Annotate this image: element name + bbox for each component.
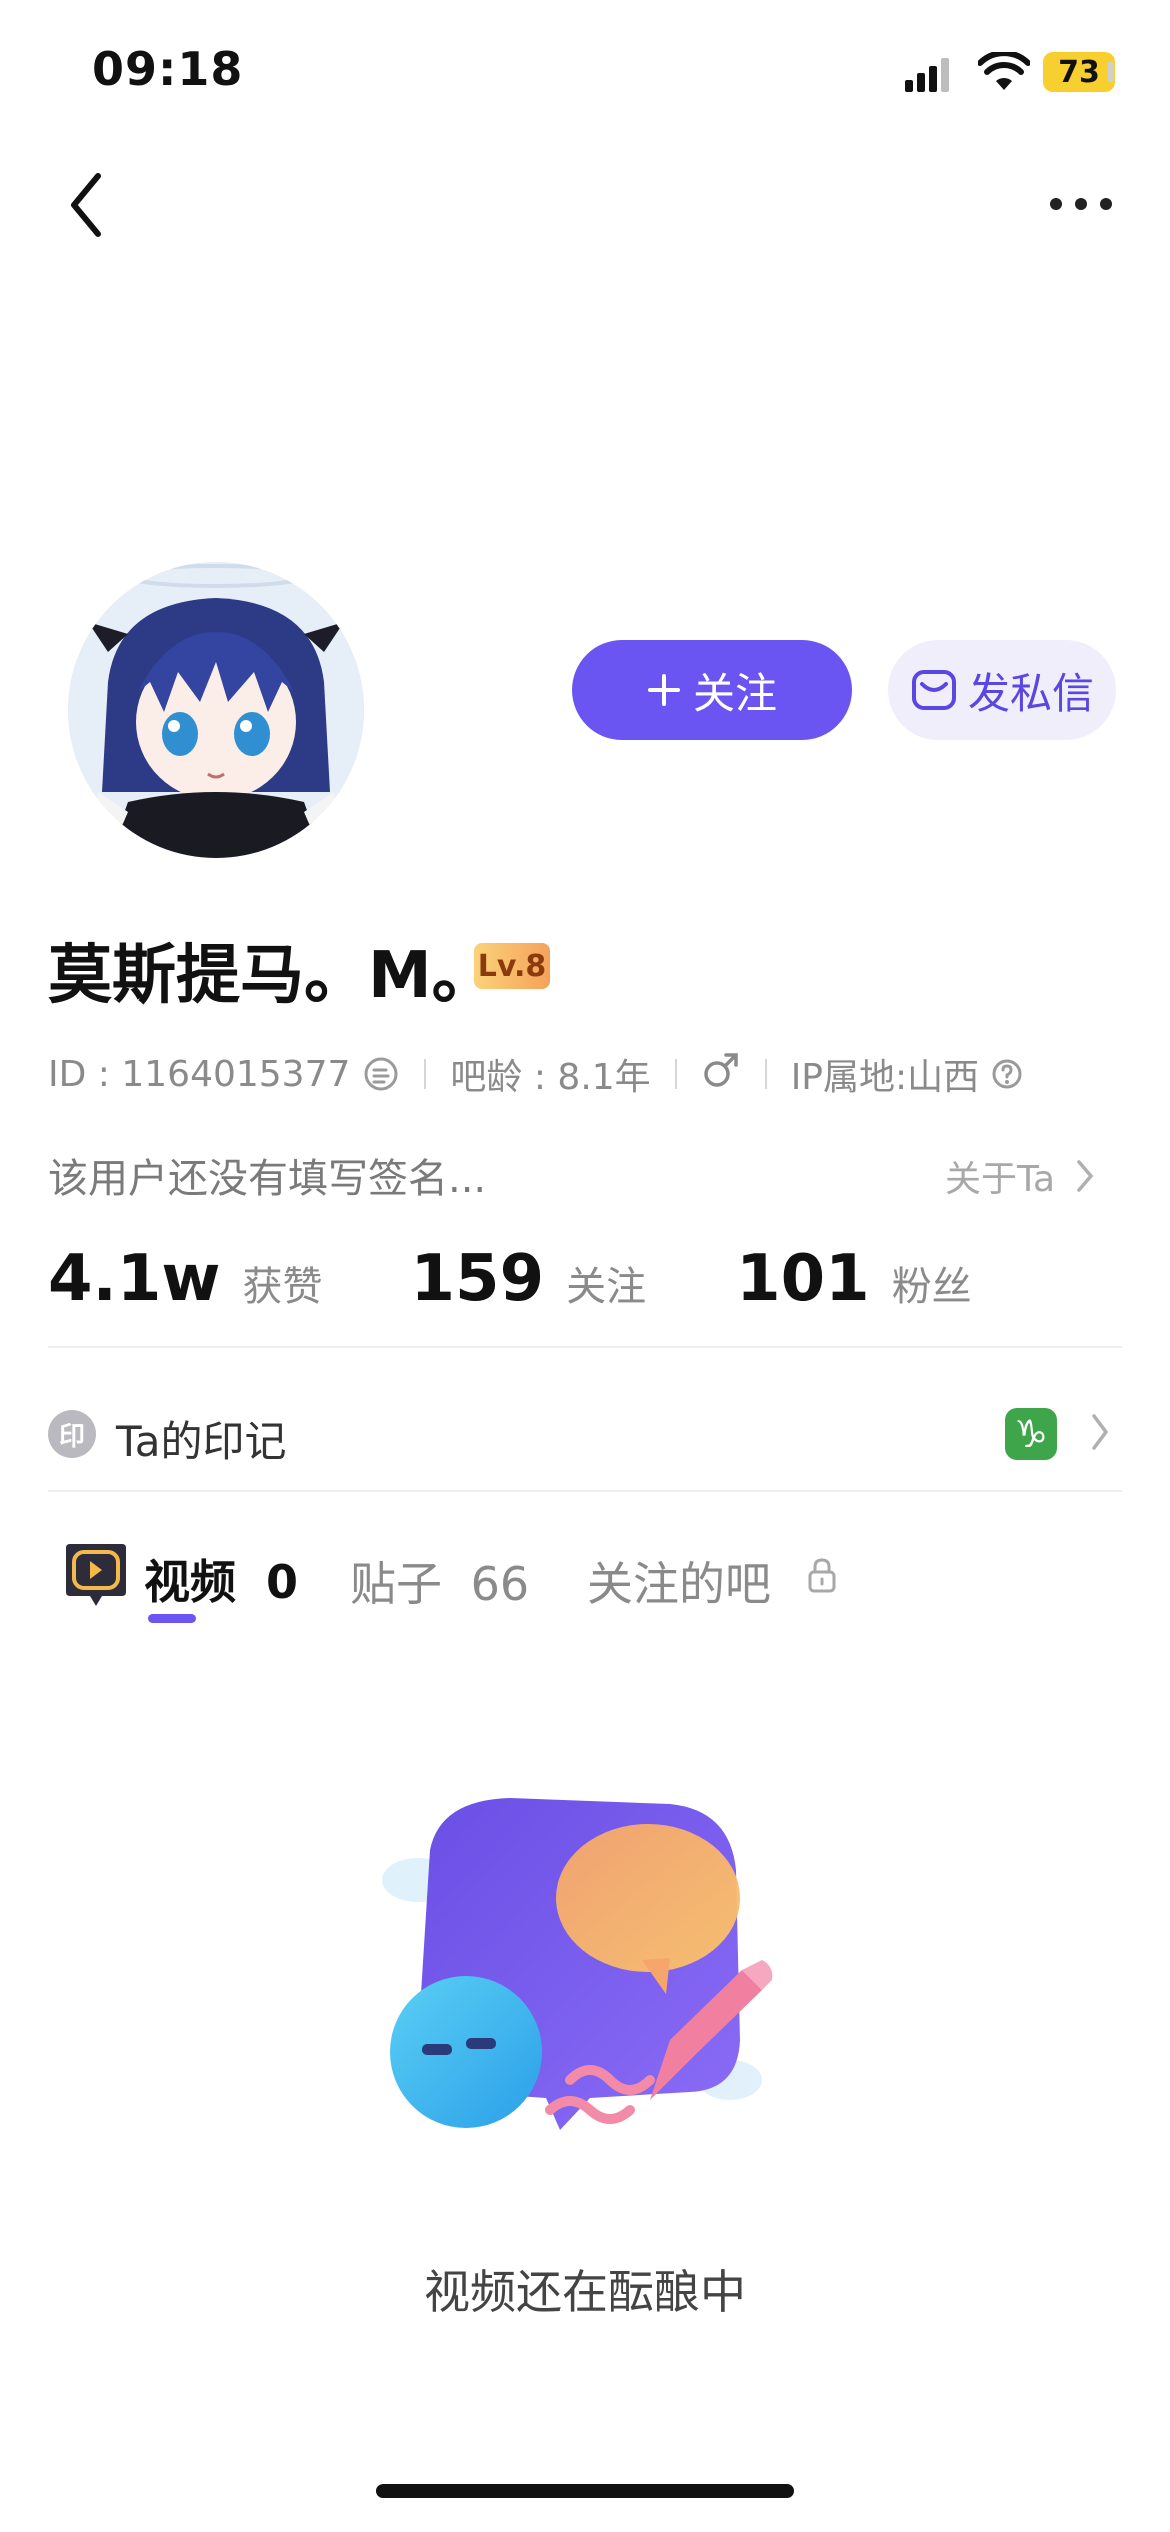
stat-followers[interactable]: 101 粉丝: [736, 1242, 972, 1316]
user-id: ID : 1164015377: [48, 1053, 351, 1095]
message-icon: [911, 670, 956, 710]
copy-icon[interactable]: [362, 1055, 400, 1093]
user-info-row: ID : 1164015377 吧龄 : 8.1年 IP属地:山西: [48, 1050, 1023, 1099]
mark-icon: 印: [48, 1410, 96, 1458]
user-name: 莫斯提马。M。: [48, 939, 496, 1013]
help-icon[interactable]: [991, 1058, 1023, 1090]
tab-label: 贴子: [350, 1557, 442, 1611]
empty-state-text: 视频还在酝酿中: [424, 2265, 746, 2319]
divider: [764, 1059, 767, 1089]
about-link[interactable]: 关于Ta: [945, 1150, 1095, 1202]
video-tab-icon: [62, 1540, 130, 1616]
stat-value: 159: [410, 1242, 545, 1316]
plus-icon: [647, 674, 680, 706]
stat-value: 4.1w: [48, 1242, 221, 1316]
divider: [674, 1059, 677, 1089]
active-tab-indicator: [148, 1614, 196, 1623]
wifi-icon: [977, 50, 1031, 96]
section-divider: [48, 1490, 1122, 1492]
avatar[interactable]: [68, 562, 364, 858]
empty-state-illustration: [370, 1780, 790, 2164]
stats-row: 4.1w 获赞 159 关注 101 粉丝: [48, 1242, 972, 1316]
stat-label: 关注: [566, 1264, 647, 1310]
send-message-label: 发私信: [967, 668, 1094, 718]
follow-button-label: 关注: [692, 668, 777, 718]
lock-icon: [806, 1556, 838, 1598]
about-label: 关于Ta: [945, 1159, 1056, 1200]
back-icon[interactable]: [66, 170, 106, 244]
stat-following[interactable]: 159 关注: [411, 1242, 647, 1316]
cellular-signal-icon: [905, 58, 955, 98]
signature: 该用户还没有填写签名...: [48, 1156, 487, 1202]
stat-likes: 4.1w 获赞: [48, 1242, 323, 1316]
section-divider: [48, 1346, 1122, 1348]
tab-followed-bars[interactable]: 关注的吧: [587, 1548, 771, 1614]
level-badge[interactable]: Lv.8: [474, 943, 550, 989]
tab-label: 视频: [144, 1555, 236, 1609]
male-gender-icon: [701, 1050, 741, 1099]
stat-label: 获赞: [242, 1264, 323, 1310]
ip-location: IP属地:山西: [790, 1057, 980, 1098]
tab-count: 0: [266, 1555, 299, 1609]
divider: [424, 1059, 427, 1089]
stat-value: 101: [736, 1242, 870, 1316]
stat-label: 粉丝: [891, 1264, 972, 1310]
home-indicator[interactable]: [376, 2484, 794, 2498]
battery-cap: [1108, 62, 1114, 82]
capricorn-icon: ♑: [1005, 1408, 1057, 1460]
status-time: 09:18: [92, 42, 244, 96]
tab-count: 66: [470, 1557, 530, 1611]
tab-label: 关注的吧: [587, 1557, 771, 1611]
battery-level: 73: [1058, 54, 1100, 90]
bar-age: 吧龄 : 8.1年: [450, 1057, 651, 1098]
battery-indicator: 73: [1043, 52, 1115, 92]
chevron-right-icon: [1077, 1160, 1094, 1192]
mark-label[interactable]: Ta的印记: [116, 1408, 286, 1469]
tab-posts[interactable]: 贴子 66: [350, 1548, 529, 1614]
chevron-right-icon[interactable]: [1090, 1412, 1110, 1456]
tab-videos[interactable]: 视频 0: [144, 1546, 298, 1612]
follow-button[interactable]: 关注: [572, 640, 852, 740]
more-options-icon[interactable]: [1048, 196, 1114, 216]
send-message-button[interactable]: 发私信: [888, 640, 1116, 740]
